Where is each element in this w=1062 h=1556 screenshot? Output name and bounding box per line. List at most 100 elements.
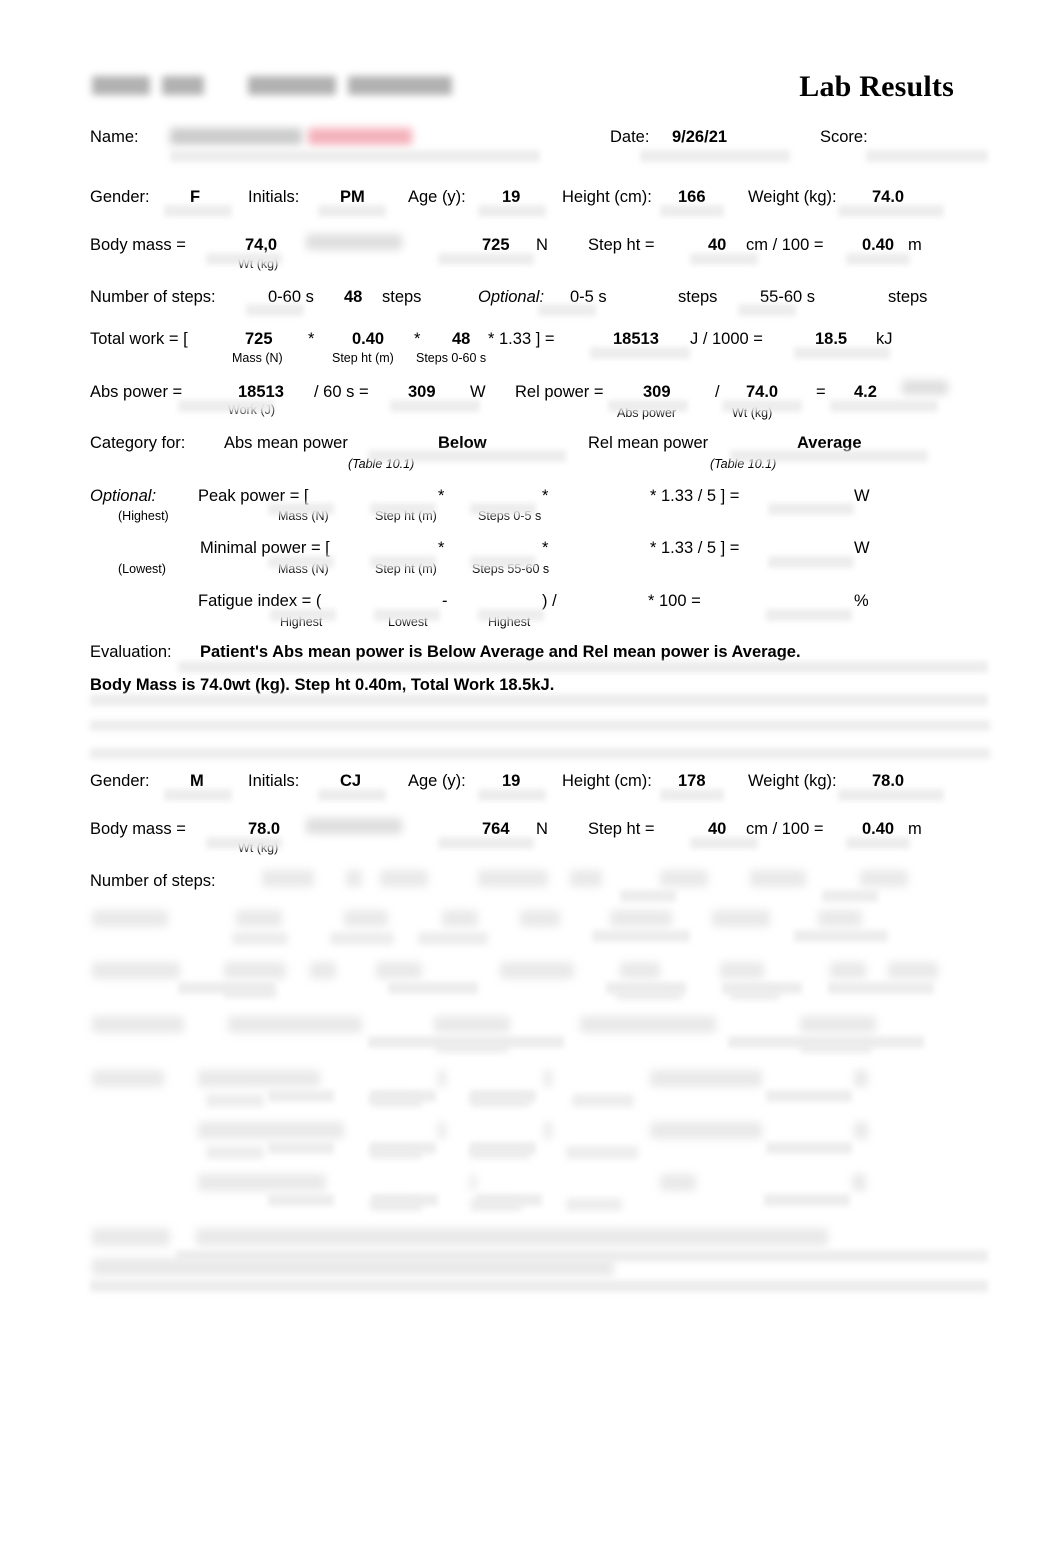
name-field-underline[interactable] (170, 150, 540, 162)
peak-steps-underline[interactable] (470, 503, 536, 515)
fatigue-unit: % (854, 592, 869, 610)
fatigue-high2-underline[interactable] (478, 609, 544, 621)
total-work-steps: 48 (452, 330, 471, 348)
height-label-2: Height (cm): (562, 772, 652, 790)
bodymass-wt-underline[interactable] (206, 253, 282, 265)
bodymass-formula-redacted (306, 234, 402, 250)
fatigue-result-underline[interactable] (766, 609, 852, 621)
date-field-underline[interactable] (640, 150, 790, 162)
bodymass-formula-redacted-2 (306, 818, 402, 834)
age-field-underline[interactable] (478, 205, 546, 217)
step-ht-m-sublabel: Step ht (m) (332, 351, 394, 365)
step-ht-label: Step ht = (588, 236, 655, 254)
min-result-underline[interactable] (768, 556, 854, 568)
steps-word-2: steps (678, 288, 718, 306)
bodymass-newtons-underline-2[interactable] (438, 837, 534, 849)
rel-power-unit-redacted (902, 380, 948, 395)
total-work-mass: 725 (245, 330, 273, 348)
peak-power-unit: W (854, 487, 870, 505)
fatigue-x100: * 100 = (648, 592, 701, 610)
category-label: Category for: (90, 434, 186, 452)
score-field-underline[interactable] (866, 150, 988, 162)
gender-field-underline-2[interactable] (164, 789, 232, 801)
bodymass-newtons-underline[interactable] (438, 253, 534, 265)
body-mass-label-2: Body mass = (90, 820, 186, 838)
body-mass-label: Body mass = (90, 236, 186, 254)
rel-abs-underline[interactable] (608, 400, 688, 412)
fatigue-low-underline[interactable] (374, 609, 440, 621)
height-field-underline[interactable] (660, 205, 724, 217)
stepht-m-underline[interactable] (846, 253, 910, 265)
section-divider-1 (90, 720, 990, 731)
total-work-stepht: 0.40 (352, 330, 385, 348)
steps-word-3: steps (888, 288, 928, 306)
highest-sublabel: (Highest) (118, 509, 169, 523)
weight-field-underline[interactable] (838, 205, 944, 217)
abs-power-div: / 60 s = (314, 383, 369, 401)
peak-mass-underline[interactable] (268, 503, 334, 515)
min-power-op2: * (542, 539, 549, 557)
age-label: Age (y): (408, 188, 466, 206)
kj-underline[interactable] (794, 347, 890, 359)
weight-label-2: Weight (kg): (748, 772, 837, 790)
steps-min-underline[interactable] (738, 304, 796, 316)
joules-underline[interactable] (590, 347, 690, 359)
lowest-sublabel: (Lowest) (118, 562, 166, 576)
weight-field-underline-2[interactable] (838, 789, 944, 801)
min-stepht-underline[interactable] (370, 556, 436, 568)
steps-word-1: steps (382, 288, 422, 306)
height-label: Height (cm): (562, 188, 652, 206)
rel-power-underline[interactable] (830, 400, 938, 412)
optional-label: Optional: (90, 487, 157, 505)
height-field-underline-2[interactable] (660, 789, 724, 801)
age-field-underline-2[interactable] (478, 789, 546, 801)
peak-power-const: * 1.33 / 5 ] = (650, 487, 740, 505)
initials-field-underline-2[interactable] (318, 789, 386, 801)
date-label: Date: (610, 128, 650, 146)
rel-power-label: Rel power = (515, 383, 604, 401)
age-label-2: Age (y): (408, 772, 466, 790)
stepht-cm-underline[interactable] (690, 253, 758, 265)
initials-field-underline[interactable] (318, 205, 386, 217)
steps-peak-underline[interactable] (538, 304, 596, 316)
newtons-unit-2: N (536, 820, 548, 838)
abs-mean-power-label: Abs mean power (224, 434, 348, 452)
rel-rating-underline[interactable] (730, 450, 928, 462)
steps-full-underline[interactable] (246, 304, 304, 316)
rel-wt-underline[interactable] (722, 400, 802, 412)
fatigue-close: ) / (542, 592, 557, 610)
min-mass-underline[interactable] (268, 556, 334, 568)
gender-label-2: Gender: (90, 772, 150, 790)
stepht-cm-underline-2[interactable] (690, 837, 758, 849)
min-steps-underline[interactable] (470, 556, 536, 568)
peak-result-underline[interactable] (768, 503, 854, 515)
gender-field-underline[interactable] (164, 205, 232, 217)
peak-power-op1: * (438, 487, 445, 505)
peak-stepht-underline[interactable] (370, 503, 436, 515)
step-ht-label-2: Step ht = (588, 820, 655, 838)
evaluation-underline-1[interactable] (178, 661, 988, 673)
abs-rating-underline[interactable] (368, 450, 566, 462)
rel-power-eq: = (816, 383, 826, 401)
steps-count-full: 48 (344, 288, 363, 306)
bodymass-wt-underline-2[interactable] (206, 837, 282, 849)
total-work-jdiv: J / 1000 = (690, 330, 763, 348)
total-work-op2: * (414, 330, 421, 348)
total-work-const: * 1.33 ] = (488, 330, 555, 348)
section-divider-2 (90, 748, 990, 759)
initials-label-2: Initials: (248, 772, 300, 790)
abs-power-underline[interactable] (390, 400, 480, 412)
gender-label: Gender: (90, 188, 150, 206)
m-unit: m (908, 236, 922, 254)
fatigue-high-underline[interactable] (270, 609, 336, 621)
initials-label: Initials: (248, 188, 300, 206)
stepht-m-underline-2[interactable] (846, 837, 910, 849)
evaluation-underline-2[interactable] (90, 694, 988, 706)
abs-work-underline[interactable] (178, 400, 274, 412)
page-title: Lab Results (799, 70, 954, 103)
peak-power-op2: * (542, 487, 549, 505)
min-power-unit: W (854, 539, 870, 557)
min-power-const: * 1.33 / 5 ] = (650, 539, 740, 557)
steps-0-60-sublabel: Steps 0-60 s (416, 351, 487, 365)
steps-label: Number of steps: (90, 288, 216, 306)
